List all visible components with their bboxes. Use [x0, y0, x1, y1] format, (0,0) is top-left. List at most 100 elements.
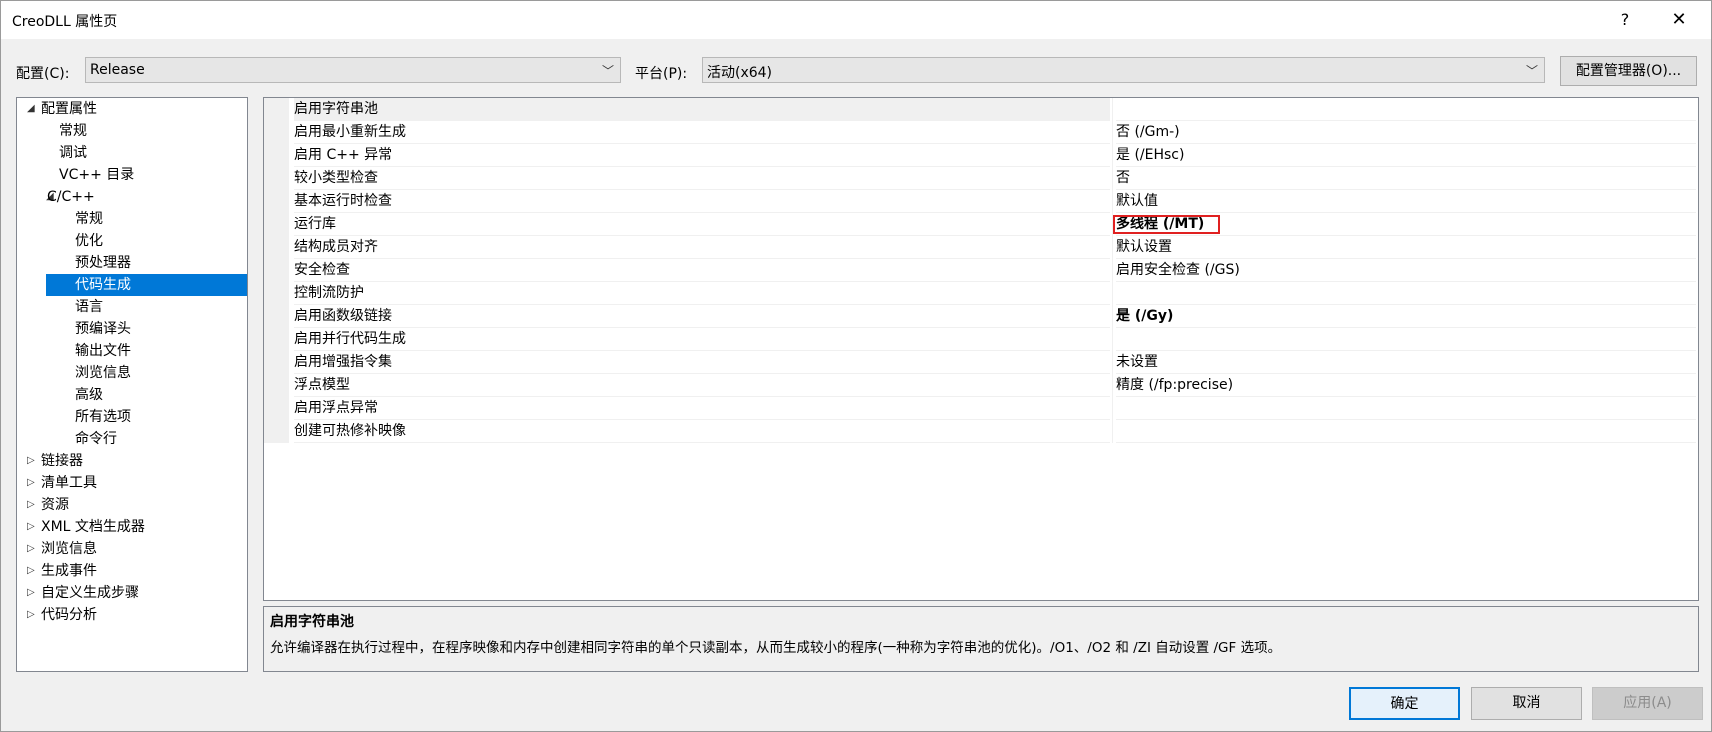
tree-item[interactable]: 命令行 — [17, 428, 247, 450]
row-gutter — [264, 144, 289, 167]
property-row[interactable]: 启用 C++ 异常是 (/EHsc) — [264, 144, 1698, 167]
tree-item-label: 生成事件 — [41, 563, 97, 579]
property-value[interactable]: 多线程 (/MT) — [1116, 213, 1696, 236]
row-gutter — [264, 213, 289, 236]
row-gutter — [264, 167, 289, 190]
config-dropdown[interactable]: Release ﹀ — [85, 57, 621, 83]
platform-dropdown[interactable]: 活动(x64) ﹀ — [702, 57, 1545, 83]
property-row[interactable]: 基本运行时检查 默认值 — [264, 190, 1698, 213]
tree-item[interactable]: ▷ XML 文档生成器 — [17, 516, 247, 538]
property-value[interactable]: 默认值 — [1116, 190, 1696, 213]
property-value[interactable] — [1116, 282, 1696, 305]
expand-arrow-icon[interactable]: ▷ — [27, 582, 35, 604]
close-button[interactable]: ✕ — [1661, 7, 1697, 33]
column-divider — [1112, 259, 1113, 282]
property-name: 启用 C++ 异常 — [294, 144, 1110, 167]
expand-arrow-icon[interactable]: ▷ — [27, 560, 35, 582]
tree-item[interactable]: 所有选项 — [17, 406, 247, 428]
property-name: 启用字符串池 — [294, 98, 1110, 121]
tree-item-label: 调试 — [59, 145, 87, 161]
column-divider — [1112, 282, 1113, 305]
property-row[interactable]: 启用字符串池 — [264, 98, 1698, 121]
row-gutter — [264, 305, 289, 328]
property-row[interactable]: 浮点模型 精度 (/fp:precise) — [264, 374, 1698, 397]
tree-item[interactable]: 代码生成 — [46, 274, 247, 296]
property-value[interactable] — [1116, 420, 1696, 443]
expand-arrow-icon[interactable]: ▷ — [27, 538, 35, 560]
cancel-button[interactable]: 取消 — [1471, 687, 1582, 720]
property-value[interactable]: 否 (/Gm-) — [1116, 121, 1696, 144]
property-value[interactable]: 是 (/Gy) — [1116, 305, 1696, 328]
tree-item[interactable]: 调试 — [17, 142, 247, 164]
tree-item[interactable]: ▷ 生成事件 — [17, 560, 247, 582]
property-value[interactable]: 启用安全检查 (/GS) — [1116, 259, 1696, 282]
property-name: 浮点模型 — [294, 374, 1110, 397]
tree-item[interactable]: ▷ 链接器 — [17, 450, 247, 472]
property-row[interactable]: 启用并行代码生成 — [264, 328, 1698, 351]
property-value[interactable] — [1116, 328, 1696, 351]
property-row[interactable]: 安全检查 启用安全检查 (/GS) — [264, 259, 1698, 282]
property-row[interactable]: 结构成员对齐 默认设置 — [264, 236, 1698, 259]
collapse-arrow-icon[interactable]: ◢ — [27, 98, 35, 120]
property-row[interactable]: 创建可热修补映像 — [264, 420, 1698, 443]
column-divider — [1112, 397, 1113, 420]
property-name: 较小类型检查 — [294, 167, 1110, 190]
row-gutter — [264, 121, 289, 144]
row-gutter — [264, 397, 289, 420]
property-name: 启用函数级链接 — [294, 305, 1110, 328]
tree-item[interactable]: 优化 — [17, 230, 247, 252]
property-row[interactable]: 启用最小重新生成否 (/Gm-) — [264, 121, 1698, 144]
tree-item-label: 预编译头 — [75, 321, 131, 337]
tree-item-label: 高级 — [75, 387, 103, 403]
expand-arrow-icon[interactable]: ▷ — [27, 604, 35, 626]
property-value[interactable] — [1116, 397, 1696, 420]
property-row[interactable]: 启用浮点异常 — [264, 397, 1698, 420]
tree-item[interactable]: ◢ C/C++ — [17, 186, 247, 208]
tree-item[interactable]: ▷ 代码分析 — [17, 604, 247, 626]
row-gutter — [264, 190, 289, 213]
tree-item[interactable]: 常规 — [17, 208, 247, 230]
expand-arrow-icon[interactable]: ▷ — [27, 472, 35, 494]
ok-button[interactable]: 确定 — [1349, 687, 1460, 720]
tree-item[interactable]: 预编译头 — [17, 318, 247, 340]
row-gutter — [264, 259, 289, 282]
property-row[interactable]: 控制流防护 — [264, 282, 1698, 305]
tree-item[interactable]: 语言 — [17, 296, 247, 318]
config-manager-button[interactable]: 配置管理器(O)... — [1560, 56, 1697, 86]
column-divider — [1112, 328, 1113, 351]
property-grid[interactable]: 启用字符串池 启用最小重新生成否 (/Gm-) 启用 C++ 异常是 (/EHsc)… — [263, 97, 1699, 601]
tree-item[interactable]: ▷ 清单工具 — [17, 472, 247, 494]
tree-item-label: VC++ 目录 — [59, 167, 135, 183]
tree-item[interactable]: VC++ 目录 — [17, 164, 247, 186]
expand-arrow-icon[interactable]: ▷ — [27, 450, 35, 472]
column-divider — [1112, 351, 1113, 374]
property-tree[interactable]: ◢ 配置属性 常规 调试 VC++ 目录 ◢ C/C++ 常规 优化 预处理器 代码生成 语言 预编译头… — [16, 97, 248, 672]
tree-item[interactable]: ◢ 配置属性 — [17, 98, 247, 120]
tree-item[interactable]: 高级 — [17, 384, 247, 406]
tree-item[interactable]: 预处理器 — [17, 252, 247, 274]
property-value[interactable]: 否 — [1116, 167, 1696, 190]
property-row[interactable]: 较小类型检查否 — [264, 167, 1698, 190]
row-gutter — [264, 328, 289, 351]
property-name: 启用浮点异常 — [294, 397, 1110, 420]
expand-arrow-icon[interactable]: ▷ — [27, 494, 35, 516]
apply-button[interactable]: 应用(A) — [1592, 687, 1703, 720]
property-value[interactable]: 未设置 — [1116, 351, 1696, 374]
help-button[interactable]: ? — [1611, 7, 1639, 33]
property-value[interactable] — [1116, 98, 1696, 121]
property-value[interactable]: 默认设置 — [1116, 236, 1696, 259]
tree-item[interactable]: 浏览信息 — [17, 362, 247, 384]
property-name: 启用最小重新生成 — [294, 121, 1110, 144]
tree-item[interactable]: 输出文件 — [17, 340, 247, 362]
property-row[interactable]: 启用增强指令集 未设置 — [264, 351, 1698, 374]
tree-item[interactable]: ▷ 自定义生成步骤 — [17, 582, 247, 604]
tree-item[interactable]: ▷ 浏览信息 — [17, 538, 247, 560]
tree-item[interactable]: ▷ 资源 — [17, 494, 247, 516]
property-value[interactable]: 精度 (/fp:precise) — [1116, 374, 1696, 397]
expand-arrow-icon[interactable]: ▷ — [27, 516, 35, 538]
property-row[interactable]: 启用函数级链接是 (/Gy) — [264, 305, 1698, 328]
tree-item[interactable]: 常规 — [17, 120, 247, 142]
property-row[interactable]: 运行库 多线程 (/MT) — [264, 213, 1698, 236]
property-name: 控制流防护 — [294, 282, 1110, 305]
property-value[interactable]: 是 (/EHsc) — [1116, 144, 1696, 167]
